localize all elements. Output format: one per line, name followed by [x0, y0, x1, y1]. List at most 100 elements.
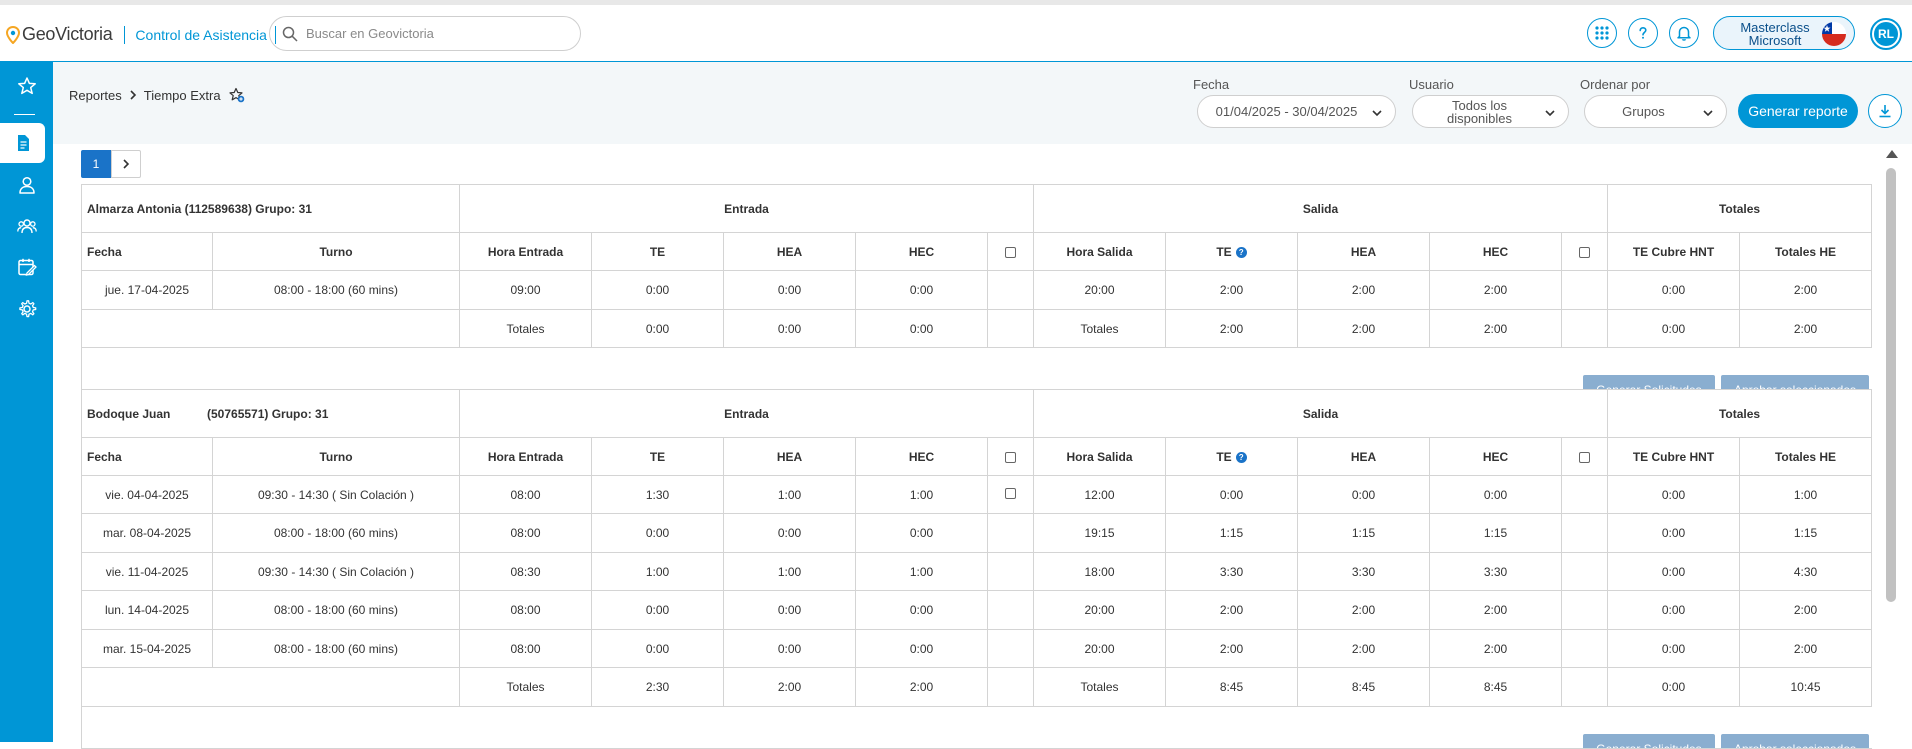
sidebar-item-groups[interactable] [0, 206, 53, 246]
cell-empty [81, 667, 460, 707]
cell-hec: 2:00 [1429, 629, 1562, 668]
star-add-icon[interactable] [228, 87, 245, 103]
scroll-up-arrow-icon[interactable] [1886, 150, 1898, 158]
select-all-entrada-cell [987, 232, 1034, 271]
search-icon [282, 26, 298, 42]
cell-hec: 3:30 [1429, 552, 1562, 591]
date-filter[interactable]: 01/04/2025 - 30/04/2025 [1197, 95, 1396, 128]
sidebar-item-user[interactable] [0, 165, 53, 205]
user-filter[interactable]: Todos los disponibles [1412, 95, 1569, 128]
help-icon[interactable]: ? [1235, 451, 1247, 463]
cell-hea: 0:00 [1297, 475, 1430, 514]
cell-total: 0:00 [1607, 309, 1740, 348]
group-header-totales: Totales [1607, 184, 1872, 233]
generate-requests-button[interactable]: Generar Solicitudes [1583, 374, 1715, 389]
table-row: vie. 04-04-2025 09:30 - 14:30 ( Sin Cola… [81, 475, 1872, 514]
column-header: Fecha [81, 437, 213, 476]
row-checkbox[interactable] [1005, 487, 1016, 499]
next-page-button[interactable] [111, 150, 141, 178]
cell-fecha: vie. 11-04-2025 [81, 552, 213, 591]
cell-total: 0:00 [855, 309, 988, 348]
column-header: Hora Entrada [459, 437, 592, 476]
cell-total: 2:00 [1739, 309, 1872, 348]
action-cell: Generar Solicitudes Aprobar seleccionado… [81, 347, 1872, 390]
search-input[interactable] [306, 26, 566, 41]
cell-total: 10:45 [1739, 667, 1872, 707]
chevron-down-icon [1545, 110, 1555, 117]
scroll-thumb[interactable] [1886, 168, 1896, 602]
divider [124, 25, 126, 44]
select-all-checkbox[interactable] [1005, 451, 1016, 463]
select-all-checkbox[interactable] [1005, 246, 1016, 258]
calendar-edit-icon [17, 258, 37, 276]
sidebar-item-planning[interactable] [0, 247, 53, 287]
download-button[interactable] [1868, 94, 1902, 128]
breadcrumb-reports[interactable]: Reportes [69, 88, 122, 103]
download-icon [1879, 105, 1891, 118]
cell-hora-salida: 18:00 [1033, 552, 1166, 591]
approve-selected-button[interactable]: Aprobar seleccionados [1721, 374, 1869, 389]
chile-flag-icon [1822, 22, 1846, 46]
cell-total: 8:45 [1429, 667, 1562, 707]
cell-te: 2:00 [1165, 270, 1298, 310]
cell-hea: 0:00 [723, 629, 856, 668]
notifications-button[interactable] [1669, 18, 1699, 48]
cell-empty [987, 667, 1034, 707]
cell-te: 0:00 [591, 629, 724, 668]
column-header: Turno [212, 232, 460, 271]
sidebar-item-favorites[interactable] [0, 66, 53, 106]
cell-te: 1:30 [591, 475, 724, 514]
table-row: lun. 14-04-2025 08:00 - 18:00 (60 mins) … [81, 590, 1872, 630]
cell-te-cubre: 0:00 [1607, 475, 1740, 514]
help-icon[interactable]: ? [1235, 246, 1247, 258]
apps-button[interactable] [1587, 18, 1617, 48]
cell-turno: 09:30 - 14:30 ( Sin Colación ) [212, 475, 460, 514]
select-all-salida-cell [1561, 437, 1608, 476]
column-header: Fecha [81, 232, 213, 271]
search-box[interactable] [269, 16, 581, 51]
date-filter-label: Fecha [1193, 77, 1230, 92]
help-button[interactable] [1628, 18, 1658, 48]
user-filter-label: Usuario [1409, 77, 1454, 92]
cell-total: 2:00 [1165, 309, 1298, 348]
generate-requests-button[interactable]: Generar Solicitudes [1583, 733, 1715, 748]
sidebar-item-settings[interactable] [0, 289, 53, 329]
cell-empty [1561, 552, 1608, 591]
cell-empty [1561, 475, 1608, 514]
document-icon [17, 135, 29, 151]
cell-hora-entrada: 08:00 [459, 590, 592, 630]
group-header-salida: Salida [1033, 184, 1608, 233]
column-header: HEC [1429, 232, 1562, 271]
company-selector[interactable]: Masterclass Microsoft [1713, 16, 1855, 50]
cell-empty [1561, 667, 1608, 707]
star-icon [17, 77, 36, 95]
module-title[interactable]: Control de Asistencia [135, 27, 267, 43]
select-all-checkbox[interactable] [1579, 246, 1590, 258]
cell-total: 0:00 [591, 309, 724, 348]
chevron-down-icon [1372, 110, 1382, 117]
cell-total: 0:00 [723, 309, 856, 348]
vertical-scrollbar[interactable] [1884, 148, 1898, 742]
cell-hea: 3:30 [1297, 552, 1430, 591]
sidebar-item-reports[interactable] [0, 123, 45, 163]
cell-empty [987, 270, 1034, 310]
cell-fecha: vie. 04-04-2025 [81, 475, 213, 514]
select-all-checkbox[interactable] [1579, 451, 1590, 463]
page-button[interactable]: 1 [81, 150, 111, 178]
generate-report-button[interactable]: Generar reporte [1738, 94, 1858, 128]
logo[interactable]: GeoVictoria Control de Asistencia [6, 24, 276, 45]
cell-hea: 0:00 [723, 270, 856, 310]
cell-hec: 1:00 [855, 552, 988, 591]
cell-turno: 09:30 - 14:30 ( Sin Colación ) [212, 552, 460, 591]
cell-hec: 0:00 [1429, 475, 1562, 514]
logo-text: GeoVictoria [22, 24, 113, 44]
cell-te: 0:00 [591, 270, 724, 310]
column-header: Hora Entrada [459, 232, 592, 271]
cell-te: 0:00 [1165, 475, 1298, 514]
cell-total: 2:00 [1429, 309, 1562, 348]
question-icon [1639, 26, 1647, 39]
approve-selected-button[interactable]: Aprobar seleccionados [1721, 733, 1869, 748]
user-avatar[interactable]: RL [1870, 18, 1902, 50]
sort-filter[interactable]: Grupos [1584, 95, 1727, 128]
cell-totales-he: 2:00 [1739, 270, 1872, 310]
